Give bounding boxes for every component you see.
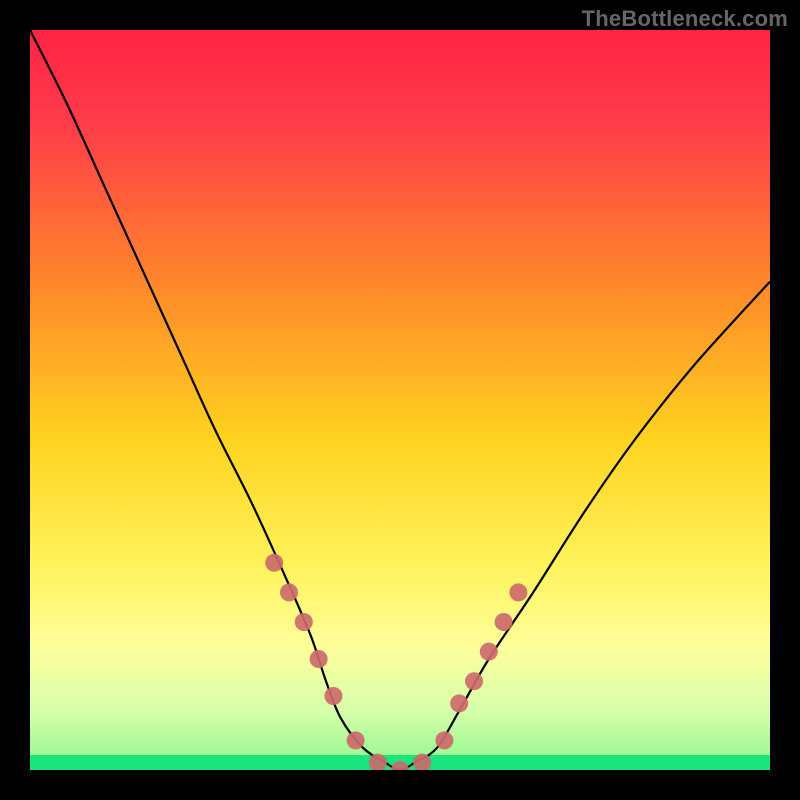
sample-marker — [310, 650, 328, 668]
sample-marker — [347, 731, 365, 749]
sample-marker — [435, 731, 453, 749]
sample-marker — [450, 694, 468, 712]
chart-stage: TheBottleneck.com — [0, 0, 800, 800]
sample-marker — [280, 583, 298, 601]
sample-marker — [265, 554, 283, 572]
sample-marker — [324, 687, 342, 705]
sample-marker — [295, 613, 313, 631]
watermark-text: TheBottleneck.com — [582, 6, 788, 32]
sample-marker — [509, 583, 527, 601]
sample-marker — [465, 672, 483, 690]
sample-marker — [495, 613, 513, 631]
gradient-background — [30, 30, 770, 770]
bottleneck-chart — [30, 30, 770, 770]
sample-marker — [480, 643, 498, 661]
